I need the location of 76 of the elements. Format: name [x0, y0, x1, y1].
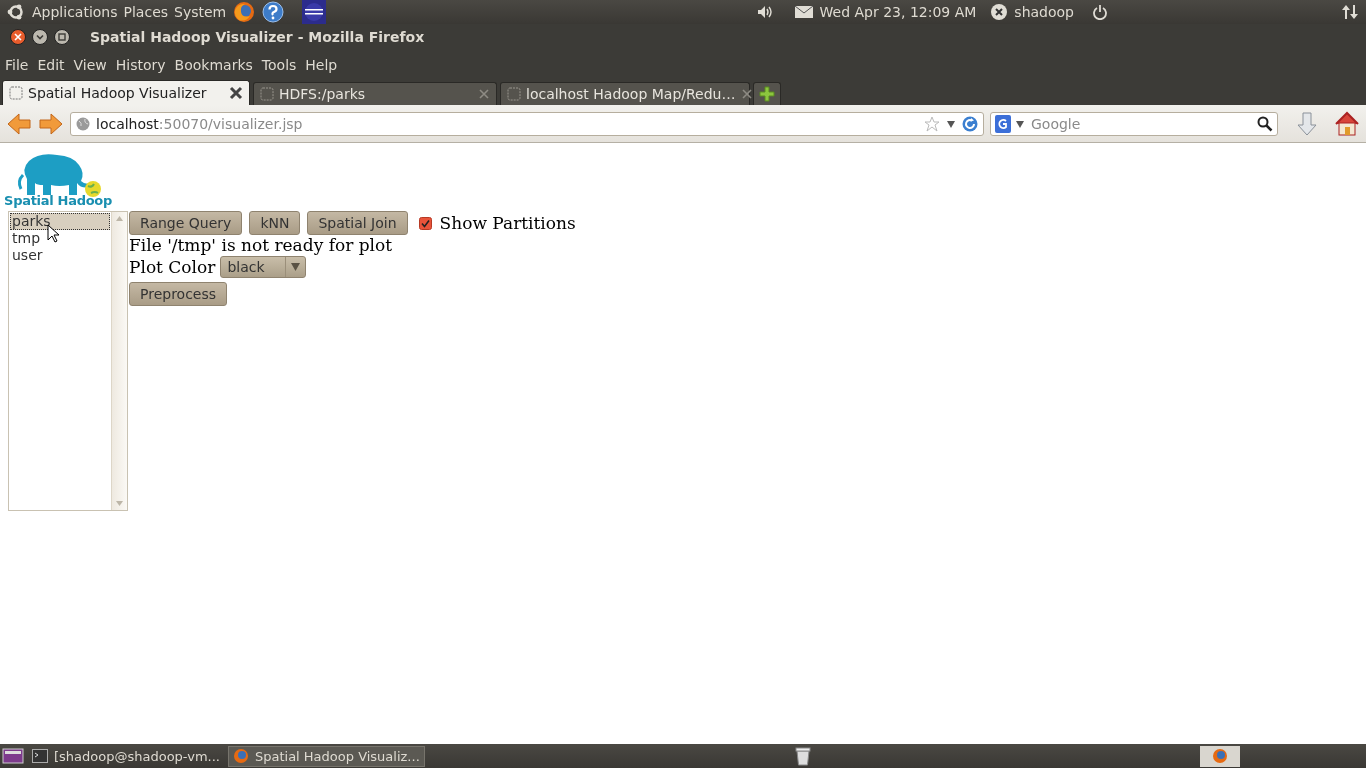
search-field[interactable]: Google [990, 111, 1278, 136]
minimize-icon[interactable] [32, 29, 48, 45]
page-icon [507, 87, 521, 101]
taskbar-button[interactable]: [shadoop@shadoop-vm... [28, 745, 224, 767]
url-text: localhost:50070/visualizer.jsp [96, 115, 303, 132]
trash-icon[interactable] [794, 746, 812, 766]
status-message: File '/tmp' is not ready for plot [129, 235, 394, 256]
browser-tab[interactable]: Spatial Hadoop Visualizer [2, 80, 250, 105]
panel-menu[interactable]: Places [123, 4, 169, 20]
clock[interactable]: Wed Apr 23, 12:09 AM [819, 4, 977, 20]
menu-item[interactable]: History [115, 57, 166, 73]
menu-item[interactable]: File [5, 57, 29, 73]
taskbar-label: Spatial Hadoop Visualiz... [254, 748, 420, 764]
star-icon[interactable] [924, 115, 940, 132]
tab-label: Spatial Hadoop Visualizer [28, 85, 208, 101]
desktop-icon[interactable] [2, 747, 24, 765]
checkbox-label: Show Partitions [439, 213, 576, 233]
power-icon[interactable] [1092, 4, 1108, 20]
terminal-icon [32, 749, 48, 763]
firefox-icon [232, 748, 249, 764]
firefox-icon[interactable] [232, 1, 257, 23]
eclipse-icon[interactable] [302, 0, 327, 24]
close-icon[interactable] [229, 86, 243, 100]
chat-status-icon[interactable] [990, 3, 1009, 21]
color-dropdown[interactable]: black [220, 256, 307, 278]
workspace-switcher[interactable] [1200, 745, 1240, 767]
tab-label: localhost Hadoop Map/Redu… [526, 86, 736, 102]
user-name[interactable]: shadoop [1014, 4, 1074, 20]
home-icon[interactable] [1334, 110, 1360, 137]
help-icon[interactable] [262, 1, 285, 23]
page-icon [9, 86, 23, 100]
query-button[interactable]: Spatial Join [307, 211, 408, 235]
preprocess-button[interactable]: Preprocess [129, 282, 228, 306]
checked-checkbox-icon[interactable] [418, 216, 432, 230]
new-tab-button[interactable] [753, 82, 781, 105]
menu-item[interactable]: Tools [261, 57, 297, 73]
query-button[interactable]: Range Query [129, 211, 243, 235]
file-list[interactable]: parks tmp user [8, 211, 128, 511]
menu-item[interactable]: View [73, 57, 107, 73]
reload-icon[interactable] [962, 115, 978, 132]
browser-tab[interactable]: localhost Hadoop Map/Redu… [500, 82, 750, 105]
globe-icon [76, 116, 90, 131]
field-label: Plot Color [129, 256, 216, 278]
file-list-item[interactable]: parks [10, 213, 110, 230]
file-list-item[interactable]: user [10, 247, 110, 264]
browser-tab[interactable]: HDFS:/parks [253, 82, 497, 105]
back-arrow-icon[interactable] [6, 111, 32, 136]
taskbar-button[interactable]: Spatial Hadoop Visualiz... [227, 745, 425, 767]
panel-menu[interactable]: System [174, 4, 227, 20]
search-input[interactable]: Google [1029, 114, 1253, 133]
search-icon[interactable] [1257, 115, 1273, 132]
file-list-item[interactable]: tmp [10, 230, 110, 247]
plus-icon [759, 86, 775, 102]
menu-item[interactable]: Edit [37, 57, 65, 73]
dropdown-arrow-icon [291, 263, 301, 271]
ubuntu-logo-icon[interactable] [6, 2, 26, 22]
tab-label: HDFS:/parks [279, 86, 367, 102]
close-icon[interactable] [10, 29, 26, 45]
page-icon [260, 87, 274, 101]
taskbar-label: [shadoop@shadoop-vm... [54, 748, 220, 764]
menu-item[interactable]: Help [305, 57, 338, 73]
address-field[interactable]: localhost:50070/visualizer.jsp [70, 111, 984, 136]
dropdown-arrow-icon[interactable] [1015, 118, 1025, 129]
query-button[interactable]: kNN [249, 211, 301, 235]
logo-text: Spatial Hadoop [4, 193, 112, 208]
google-g-icon[interactable] [995, 114, 1011, 133]
volume-icon[interactable] [755, 4, 774, 20]
firefox-icon [1212, 748, 1228, 764]
panel-menu[interactable]: Applications [32, 4, 118, 20]
network-arrows-icon[interactable] [1340, 3, 1360, 21]
window-title: Spatial Hadoop Visualizer - Mozilla Firefox [90, 29, 425, 45]
mail-icon[interactable] [793, 5, 814, 19]
dropdown-arrow-icon[interactable] [946, 118, 956, 129]
forward-arrow-icon[interactable] [38, 111, 64, 136]
menu-item[interactable]: Bookmarks [174, 57, 253, 73]
maximize-icon[interactable] [54, 29, 70, 45]
